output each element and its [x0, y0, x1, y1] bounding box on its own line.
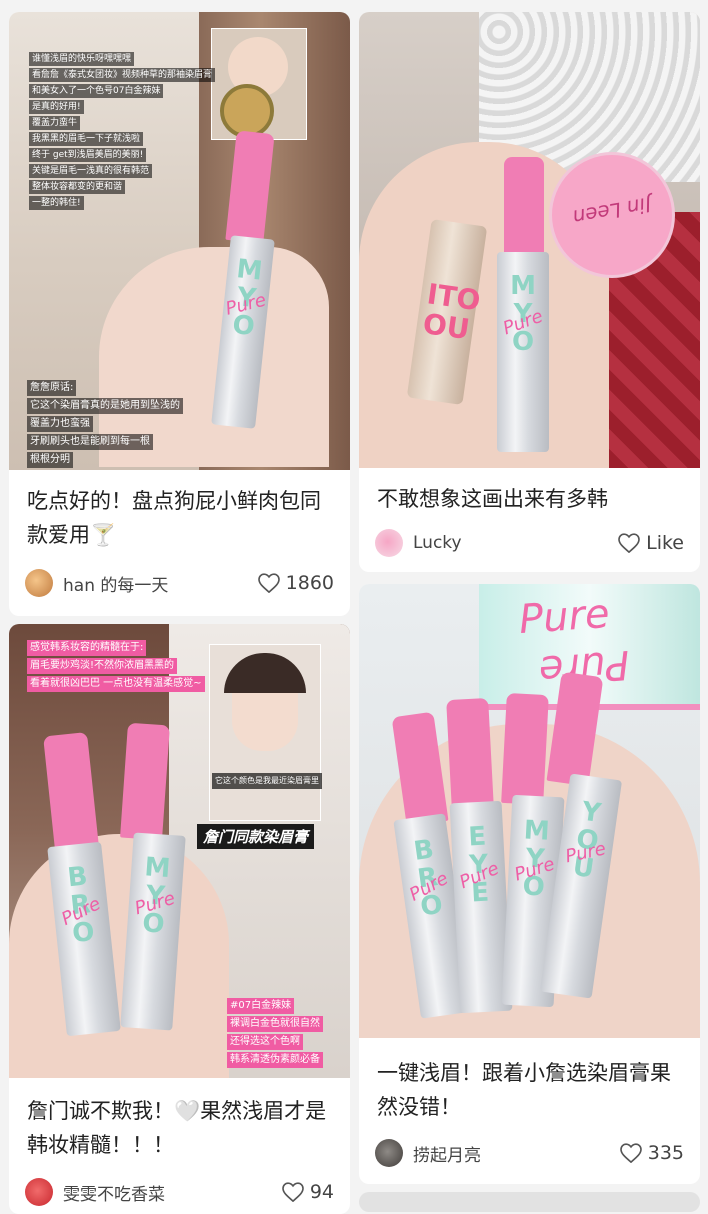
heart-outline-icon	[257, 573, 280, 593]
card-title[interactable]: 一键浅眉！跟着小詹选染眉膏果然没错！	[377, 1056, 682, 1124]
shade-text-block: #07白金辣妹裸调白金色就很自然 还得选这个色啊韩系清透伪素颜必备	[227, 998, 347, 1070]
card-image-4[interactable]: Pure Pure BRO Pure EYE Pure MYO Pure YOU…	[359, 584, 700, 1038]
overlay-line: 韩系清透伪素颜必备	[227, 1052, 323, 1068]
product-cap	[501, 692, 549, 806]
overlay-line: 谁懂浅眉的快乐呀嘿嘿嘿	[29, 52, 135, 66]
product-cap	[120, 722, 170, 841]
overlay-line: 覆盖力也蛮强	[27, 416, 93, 432]
card-meta: han 的每一天 1860	[25, 567, 334, 599]
overlay-line: 和美女入了一个色号07白金辣妹	[29, 84, 164, 98]
overlay-line: 覆盖力蛮牛	[29, 116, 81, 130]
feed-card-4[interactable]: Pure Pure BRO Pure EYE Pure MYO Pure YOU…	[359, 584, 700, 1184]
overlay-line: 还得选这个色啊	[227, 1034, 303, 1050]
card-meta: Lucky Like	[375, 527, 684, 559]
author-avatar[interactable]	[25, 1178, 53, 1206]
card-meta: 捞起月亮 335	[375, 1137, 684, 1169]
overlay-line: 一整的韩住!	[29, 196, 84, 210]
card-image-2[interactable]: Jin Leen ITO OU MYO Pure	[359, 12, 700, 468]
overlay-line: 詹詹原话:	[27, 380, 77, 396]
card-meta: 雯雯不吃香菜 94	[25, 1176, 334, 1208]
overlay-line: 是真的好用!	[29, 100, 84, 114]
like-count: 1860	[285, 572, 334, 594]
product-cap	[446, 697, 494, 811]
compact-case: Jin Leen	[549, 152, 675, 278]
like-button[interactable]: Like	[618, 532, 684, 554]
feed-card-2[interactable]: Jin Leen ITO OU MYO Pure 不敢想象这画出来有多韩 Luck…	[359, 12, 700, 572]
overlay-line: 整体妆容都变的更和谐	[29, 180, 126, 194]
like-count: 335	[647, 1142, 684, 1164]
heart-outline-icon	[618, 533, 640, 553]
video-tag: 詹门同款染眉膏	[197, 824, 315, 849]
overlay-text-block: 谁懂浅眉的快乐呀嘿嘿嘿看詹詹《泰式女团妆》视频种草的那袖染眉膏 和美女入了一个色号…	[29, 52, 216, 212]
author-name[interactable]: han 的每一天	[63, 571, 258, 596]
card-title[interactable]: 吃点好的！盘点狗屁小鲜肉包同款爱用🍸	[27, 484, 332, 552]
overlay-line: 关键是眉毛一浅真的很有韩范	[29, 164, 153, 178]
like-label: Like	[646, 532, 684, 554]
overlay-line: 眉毛要炒鸡淡!不然你浓眉黑黑的	[27, 658, 178, 674]
author-avatar[interactable]	[375, 1139, 403, 1167]
overlay-line: 看詹詹《泰式女团妆》视频种草的那袖染眉膏	[29, 68, 216, 82]
author-name[interactable]: 雯雯不吃香菜	[63, 1180, 282, 1205]
heart-outline-icon	[281, 1182, 304, 1202]
like-button[interactable]: 1860	[257, 572, 334, 594]
overlay-line: 看着就很凶巴巴 一点也没有温柔感觉~	[27, 676, 205, 692]
product-cap	[43, 732, 99, 851]
inset-video: 它这个颜色是我最近染眉膏里	[209, 644, 322, 821]
heart-outline-icon	[619, 1143, 642, 1163]
product-tube: MYO Pure	[497, 252, 549, 452]
author-avatar[interactable]	[25, 569, 53, 597]
overlay-line: 牙刷刷头也是能刷到每一根	[27, 434, 153, 450]
product-cap	[504, 157, 544, 257]
feed-card-5-peek[interactable]	[359, 1192, 700, 1212]
like-button[interactable]: 335	[619, 1142, 684, 1164]
card-title[interactable]: 不敢想象这画出来有多韩	[377, 482, 682, 516]
video-caption: 它这个颜色是我最近染眉膏里	[212, 773, 322, 789]
author-avatar[interactable]	[375, 529, 403, 557]
card-image-1[interactable]: 谁懂浅眉的快乐呀嘿嘿嘿看詹詹《泰式女团妆》视频种草的那袖染眉膏 和美女入了一个色号…	[9, 12, 350, 470]
overlay-line: 它这个染眉膏真的是她用到坠浅的	[27, 398, 183, 414]
author-name[interactable]: Lucky	[413, 533, 618, 553]
author-name[interactable]: 捞起月亮	[413, 1141, 620, 1166]
inset-photo	[211, 28, 307, 140]
overlay-line: 裸调白金色就很自然	[227, 1016, 323, 1032]
overlay-line: #07白金辣妹	[227, 998, 295, 1014]
overlay-text-block: 感觉韩系妆容的精髓在于: 眉毛要炒鸡淡!不然你浓眉黑黑的看着就很凶巴巴 一点也没有…	[27, 640, 217, 694]
caption-text-block: 詹詹原话: 它这个染眉膏真的是她用到坠浅的 覆盖力也蛮强牙刷刷头也是能刷到每一根 根根…	[27, 380, 197, 470]
overlay-line: 感觉韩系妆容的精髓在于:	[27, 640, 147, 656]
overlay-line: 终于 get到浅眉美眉的美丽!	[29, 148, 147, 162]
overlay-line: 根根分明	[27, 452, 73, 468]
feed-card-1[interactable]: 谁懂浅眉的快乐呀嘿嘿嘿看詹詹《泰式女团妆》视频种草的那袖染眉膏 和美女入了一个色号…	[9, 12, 350, 616]
overlay-line: 我黑黑的眉毛一下子就浅啦	[29, 132, 144, 146]
feed-card-3[interactable]: 感觉韩系妆容的精髓在于: 眉毛要炒鸡淡!不然你浓眉黑黑的看着就很凶巴巴 一点也没有…	[9, 624, 350, 1214]
card-image-3[interactable]: 感觉韩系妆容的精髓在于: 眉毛要炒鸡淡!不然你浓眉黑黑的看着就很凶巴巴 一点也没有…	[9, 624, 350, 1078]
card-title[interactable]: 詹门诚不欺我！🤍果然浅眉才是韩妆精髓！！！	[27, 1094, 332, 1162]
